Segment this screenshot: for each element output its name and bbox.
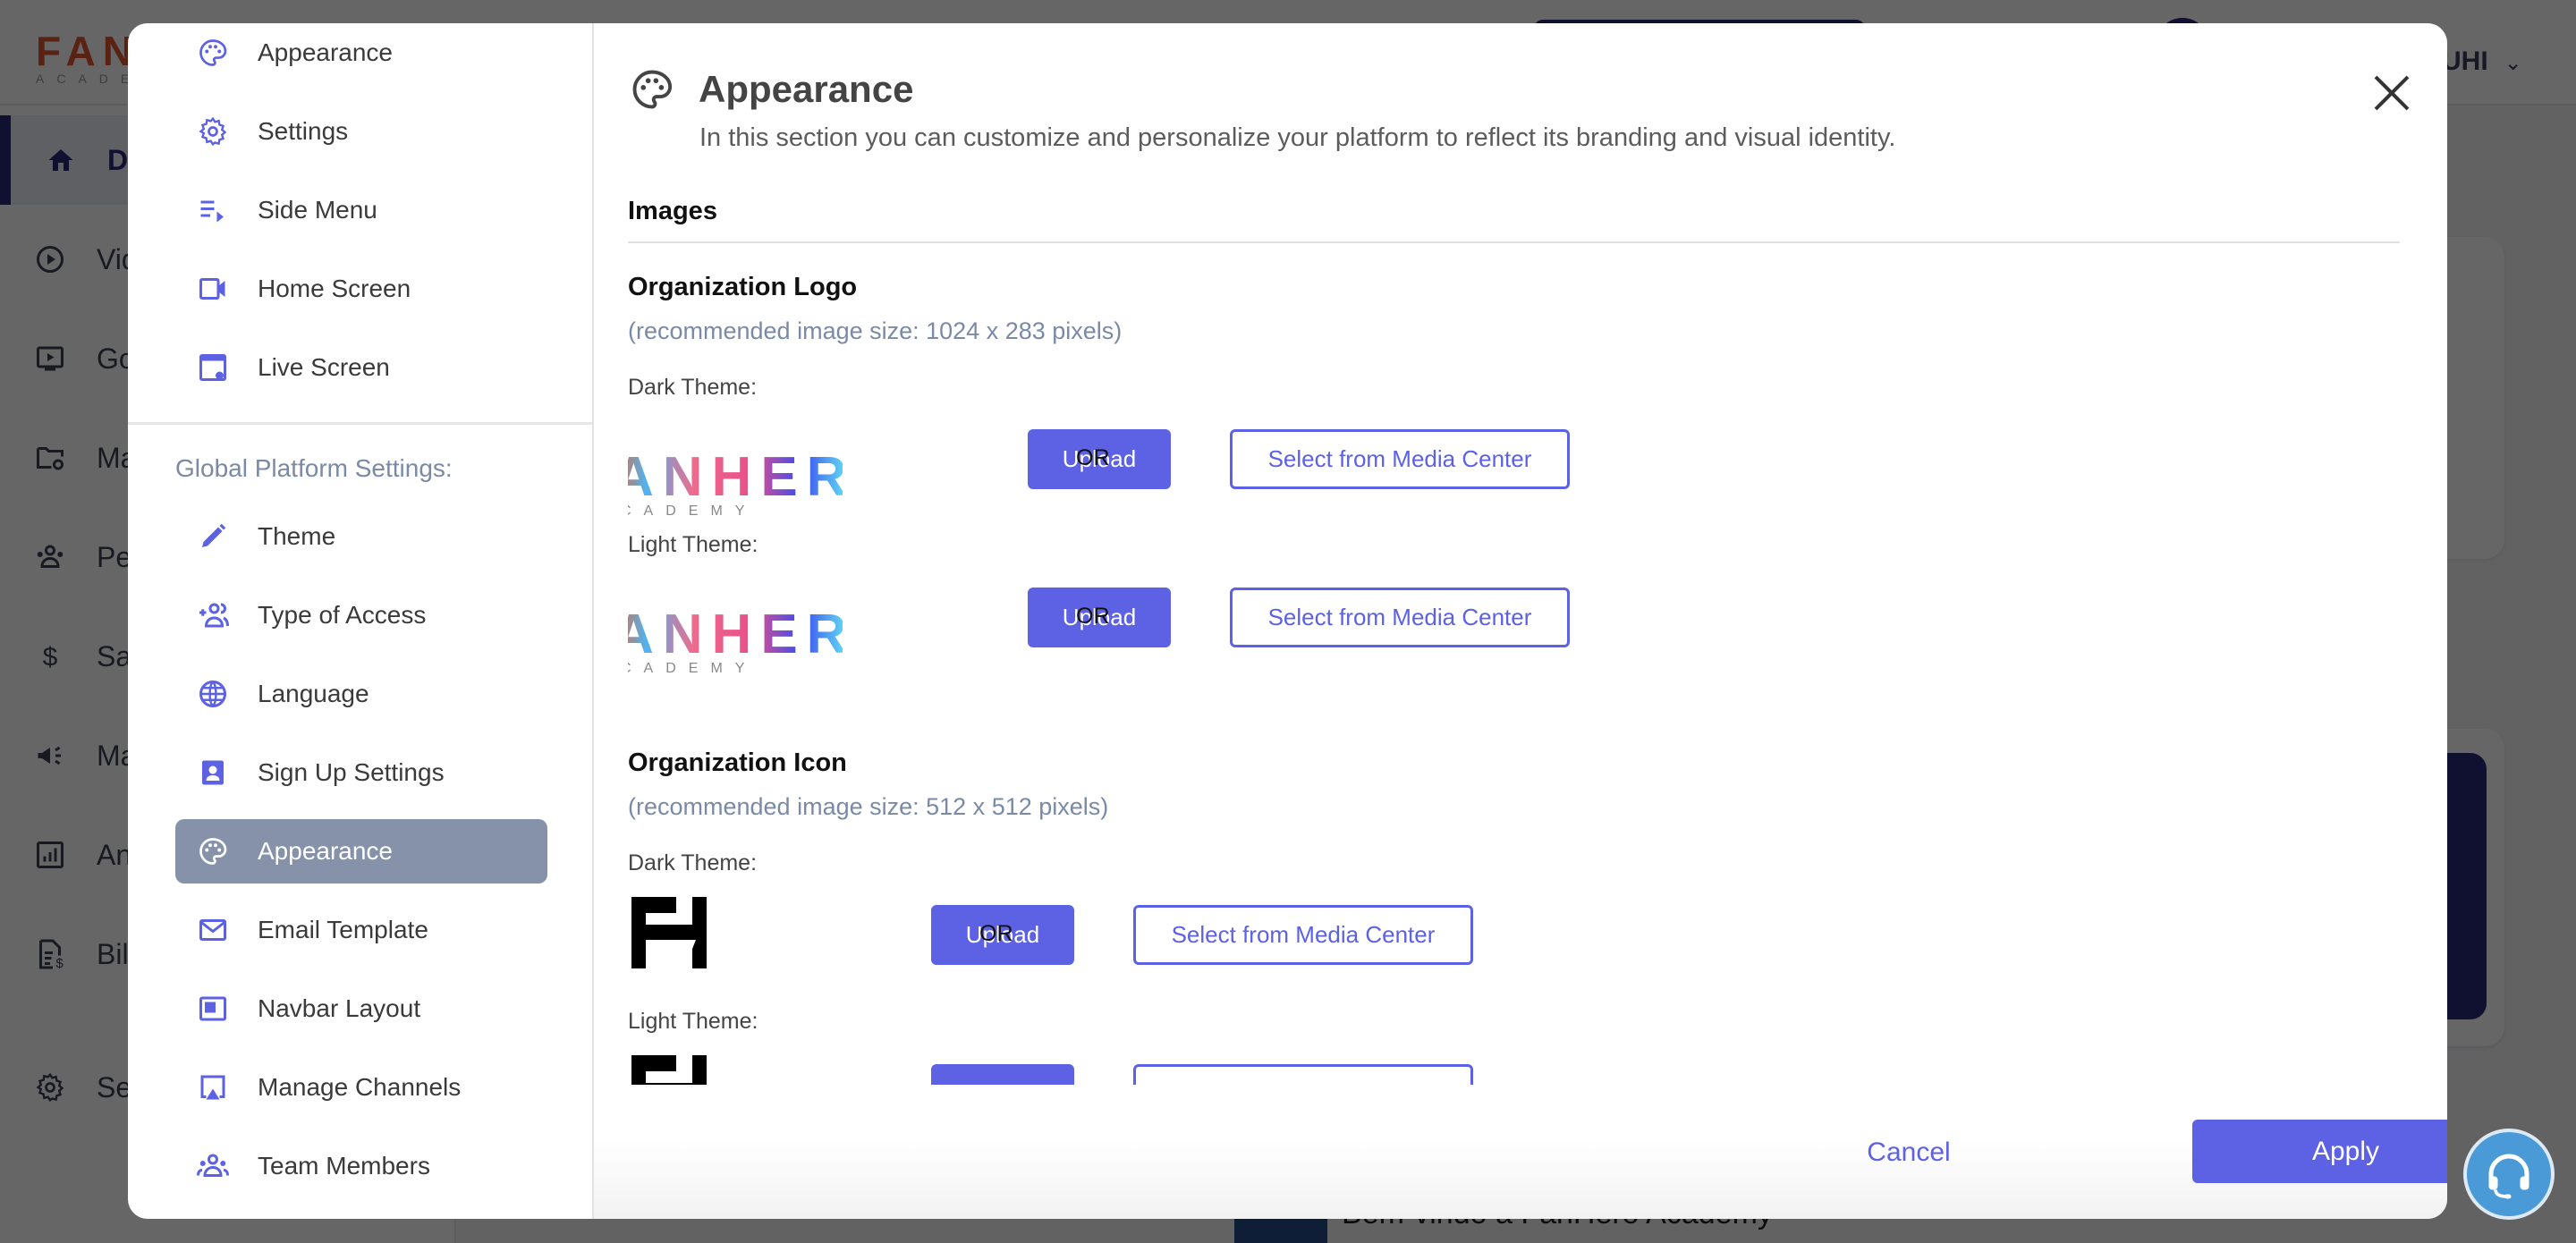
sidebar-item-label: Home Screen: [258, 275, 411, 302]
modal-footer: Cancel Apply: [594, 1085, 2447, 1219]
org-logo-light-label: Light Theme:: [628, 532, 758, 557]
contact-card-icon: [195, 755, 231, 791]
sidebar-item-settings[interactable]: Settings: [175, 99, 547, 164]
images-heading: Images: [628, 197, 717, 225]
video-camera-icon: [195, 271, 231, 307]
sidebar-item-type-of-access[interactable]: Type of Access: [175, 583, 547, 647]
team-icon: [195, 1148, 231, 1184]
settings-sidebar: Appearance Settings Side Menu Home Screen Li…: [128, 23, 594, 1219]
sidebar-item-label: Appearance: [258, 837, 394, 865]
sidebar-item-appearance[interactable]: Appearance: [175, 819, 547, 884]
org-icon-light-label: Light Theme:: [628, 1009, 758, 1034]
page-subtitle: In this section you can customize and pe…: [699, 123, 1896, 152]
org-icon-light-upload-button[interactable]: Upload: [931, 1064, 1074, 1085]
airplay-icon: [195, 1070, 231, 1105]
sidebar-item-label: Manage Channels: [258, 1073, 462, 1101]
group-add-icon: [195, 597, 231, 633]
sidebar-item-language[interactable]: Language: [175, 662, 547, 726]
playlist-icon: [195, 192, 231, 228]
or-label: OR: [1076, 445, 1110, 470]
or-label: OR: [979, 921, 1013, 946]
org-icon-light-preview: [631, 1055, 707, 1085]
org-icon-dark-media-button[interactable]: Select from Media Center: [1133, 905, 1473, 965]
close-icon[interactable]: [2370, 72, 2413, 114]
headset-icon: [2488, 1154, 2529, 1199]
org-logo-title: Organization Logo: [628, 273, 858, 301]
support-chat-button[interactable]: [2463, 1129, 2555, 1220]
window-settings-icon: [195, 350, 231, 385]
appearance-panel: Appearance In this section you can custo…: [594, 23, 2447, 1219]
sidebar-item-live-screen[interactable]: Live Screen: [175, 335, 547, 400]
gear-icon: [195, 114, 231, 149]
page-title: Appearance: [699, 68, 914, 110]
sidebar-item-label: Settings: [258, 117, 349, 145]
sidebar-item-label: Navbar Layout: [258, 994, 421, 1022]
sidebar-item-email-template[interactable]: Email Template: [175, 898, 547, 962]
sidebar-item-side-menu[interactable]: Side Menu: [175, 178, 547, 242]
or-label: OR: [1076, 604, 1110, 629]
sidebar-item-label: Theme: [258, 522, 336, 550]
pencil-icon: [195, 519, 231, 554]
sidebar-item-navbar-layout[interactable]: Navbar Layout: [175, 977, 547, 1041]
sidebar-group-title: Global Platform Settings:: [175, 454, 453, 482]
org-logo-dark-preview: ANHERO CADEMY: [628, 451, 843, 515]
sidebar-item-label: Email Template: [258, 916, 428, 943]
sidebar-item-label: Live Screen: [258, 353, 390, 381]
globe-icon: [195, 676, 231, 712]
scroll-area[interactable]: Appearance In this section you can custo…: [594, 23, 2447, 1085]
sidebar-item-home-screen[interactable]: Home Screen: [175, 257, 547, 321]
sidebar-item-label: Appearance: [258, 38, 394, 66]
sidebar-item-label: Team Members: [258, 1152, 430, 1180]
sidebar-item-appearance[interactable]: Appearance: [175, 23, 547, 85]
sidebar-item-manage-channels[interactable]: Manage Channels: [175, 1055, 547, 1120]
section-divider: [628, 241, 2400, 243]
cancel-button[interactable]: Cancel: [1837, 1129, 1980, 1176]
appearance-modal: Appearance Settings Side Menu Home Screen Li…: [128, 23, 2447, 1219]
sidebar-item-team-members[interactable]: Team Members: [175, 1134, 547, 1198]
org-icon-hint: (recommended image size: 512 x 512 pixel…: [628, 793, 1109, 820]
palette-icon: [195, 35, 231, 71]
sidebar-item-sign-up-settings[interactable]: Sign Up Settings: [175, 740, 547, 805]
sidebar-divider: [128, 422, 592, 425]
mail-icon: [195, 912, 231, 948]
apply-button[interactable]: Apply: [2192, 1120, 2447, 1183]
org-icon-dark-preview: [631, 897, 707, 968]
org-icon-dark-label: Dark Theme:: [628, 850, 758, 875]
org-logo-dark-label: Dark Theme:: [628, 375, 758, 400]
palette-icon: [632, 70, 673, 109]
org-icon-light-media-button[interactable]: Select from Media Center: [1133, 1064, 1473, 1085]
palette-icon: [195, 833, 231, 869]
sidebar-item-label: Language: [258, 680, 369, 707]
sidebar-item-label: Side Menu: [258, 196, 377, 224]
org-logo-dark-media-button[interactable]: Select from Media Center: [1230, 429, 1570, 489]
org-logo-light-preview: ANHERO CADEMY: [628, 608, 843, 672]
sidebar-item-theme[interactable]: Theme: [175, 504, 547, 569]
page-header: Appearance: [629, 66, 913, 113]
sidebar-item-label: Sign Up Settings: [258, 758, 445, 786]
sidebar-item-label: Type of Access: [258, 601, 427, 629]
navbar-layout-icon: [195, 991, 231, 1027]
org-icon-title: Organization Icon: [628, 748, 847, 777]
org-logo-light-media-button[interactable]: Select from Media Center: [1230, 588, 1570, 647]
org-logo-hint: (recommended image size: 1024 x 283 pixe…: [628, 317, 1123, 344]
